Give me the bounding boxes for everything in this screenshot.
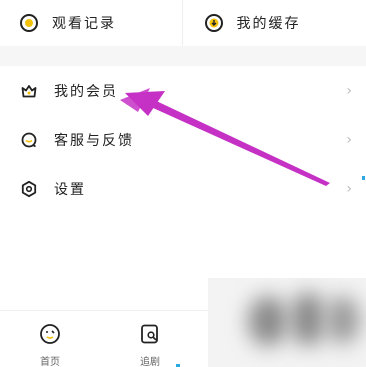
home-face-icon — [39, 323, 61, 349]
decor-mark — [362, 176, 365, 180]
bottom-navigation: 首页 追剧 — [0, 310, 210, 367]
settings-label: 设置 — [54, 181, 86, 198]
video-search-icon — [139, 323, 161, 349]
nav-home-label: 首页 — [40, 357, 60, 367]
nav-item-follow[interactable]: 追剧 — [100, 311, 200, 367]
download-icon — [204, 14, 223, 32]
chevron-right-icon: › — [346, 180, 352, 197]
support-feedback-label: 客服与反馈 — [54, 132, 134, 149]
watch-history-button[interactable]: 观看记录 — [0, 0, 183, 46]
menu-item-support-feedback[interactable]: 客服与反馈 › — [0, 115, 366, 164]
membership-label: 我的会员 — [54, 83, 118, 100]
gear-icon — [20, 180, 38, 198]
menu-item-membership[interactable]: 我的会员 › — [0, 66, 366, 115]
my-cache-button[interactable]: 我的缓存 — [183, 0, 366, 46]
crown-icon — [20, 82, 38, 100]
section-divider — [0, 46, 366, 66]
chevron-right-icon: › — [346, 131, 352, 148]
chat-icon — [20, 131, 38, 149]
history-icon — [20, 14, 38, 32]
my-cache-label: 我的缓存 — [236, 16, 301, 32]
settings-menu: 我的会员 › 客服与反馈 › 设置 › — [0, 66, 366, 213]
blurred-overlay — [208, 278, 366, 367]
chevron-right-icon: › — [346, 82, 352, 99]
app-page: 观看记录 我的缓存 我的会员 › 客服与反馈 › 设置 › 首页 追剧 — [0, 0, 366, 367]
menu-item-settings[interactable]: 设置 › — [0, 164, 366, 213]
nav-item-home[interactable]: 首页 — [0, 311, 100, 367]
nav-follow-label: 追剧 — [140, 357, 160, 367]
quick-actions-row: 观看记录 我的缓存 — [0, 0, 366, 46]
watch-history-label: 观看记录 — [52, 16, 116, 32]
